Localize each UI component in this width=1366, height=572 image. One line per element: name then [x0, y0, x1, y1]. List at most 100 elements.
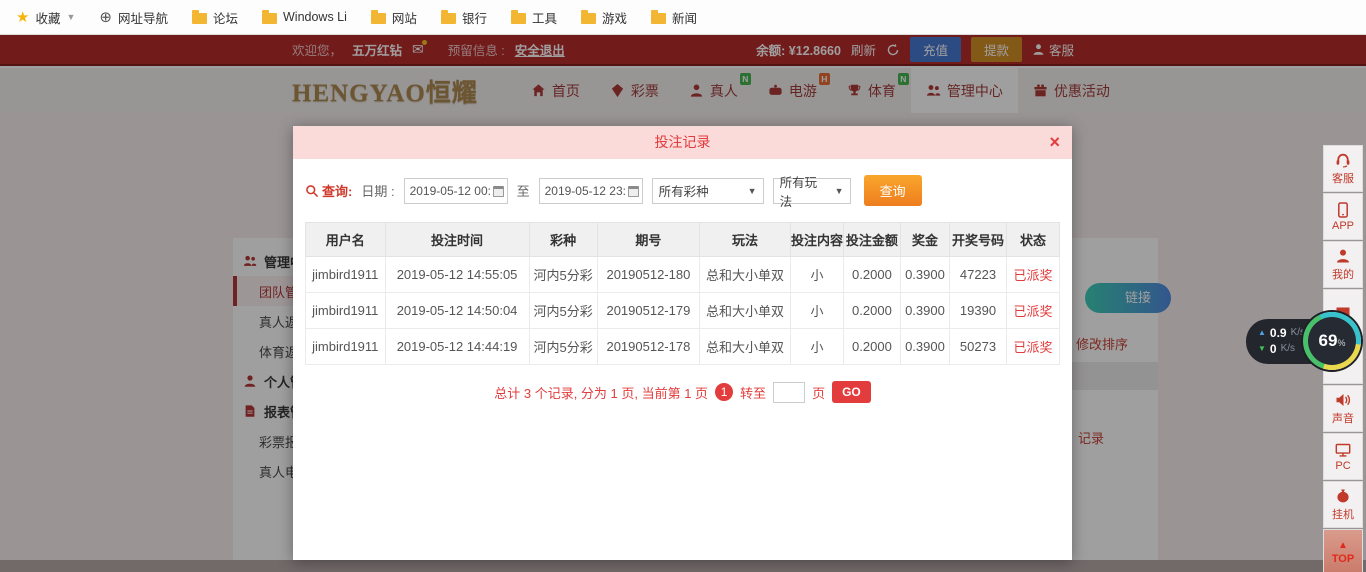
speed-percent: 69: [1318, 331, 1338, 350]
table-row: jimbird1911 2019-05-12 14:50:04 河内5分彩 20190…: [305, 292, 1061, 329]
page-1-button[interactable]: 1: [715, 383, 734, 401]
table-cell: 0.3900: [899, 328, 951, 365]
table-cell: 2019-05-12 14:44:19: [384, 328, 530, 365]
filter-row: 查询: 日期 : 至 所有彩种▼ 所有玩法▼ 查询: [305, 175, 1060, 209]
toolbar-item-PC[interactable]: PC: [1323, 433, 1363, 480]
bookmark-folder-label: 银行: [461, 11, 487, 26]
table-cell: 河内5分彩: [528, 328, 598, 365]
toolbar-label: 挂机: [1332, 508, 1354, 521]
date-to-input[interactable]: [539, 178, 642, 203]
download-speed: 0: [1269, 342, 1277, 356]
table-cell: 总和大小单双: [699, 328, 791, 365]
favorites-label: 收藏: [35, 11, 61, 26]
bookmark-folder[interactable]: Windows Li: [262, 8, 347, 27]
phone-icon: [1335, 201, 1351, 218]
toolbar-item-挂机[interactable]: 挂机: [1323, 481, 1363, 528]
globe-icon: ⊕: [99, 8, 112, 26]
bookmark-folder[interactable]: 论坛: [191, 8, 238, 27]
table-row: jimbird1911 2019-05-12 14:44:19 河内5分彩 20190…: [305, 328, 1061, 365]
bookmark-folder[interactable]: 银行: [440, 8, 487, 27]
query-button[interactable]: 查询: [863, 175, 922, 206]
table-cell: 0.2000: [843, 328, 901, 365]
bookmark-folder-label: 新闻: [671, 11, 697, 26]
table-cell: jimbird1911: [305, 292, 386, 329]
table-header-cell: 开奖号码: [949, 222, 1007, 257]
service-icon: [1335, 152, 1351, 168]
bookmark-folder[interactable]: 游戏: [580, 8, 627, 27]
bookmark-folder[interactable]: 新闻: [650, 8, 697, 27]
toolbar-item-客服[interactable]: 客服: [1323, 145, 1363, 192]
bookmark-folder-label: 游戏: [601, 11, 627, 26]
sound-icon: [1335, 392, 1351, 408]
query-label: 查询:: [305, 181, 352, 200]
date-from-input[interactable]: [404, 178, 507, 203]
go-button[interactable]: GO: [832, 381, 871, 403]
back-to-top-button[interactable]: ▲ TOP: [1323, 529, 1363, 572]
screen: ★ 收藏 ▼ ⊕ 网址导航 论坛 Windows Li 网站 银行 工具 游戏 新闻 欢迎您…: [0, 0, 1366, 572]
table-cell: 已派奖: [1005, 328, 1061, 365]
star-icon: ★: [16, 9, 30, 26]
speed-ring[interactable]: 69 %: [1303, 312, 1361, 370]
table-cell: jimbird1911: [305, 328, 386, 365]
lottery-type-select[interactable]: 所有彩种 ▼: [651, 177, 764, 204]
bookmark-folder-label: 网站: [391, 11, 417, 26]
table-header-cell: 玩法: [699, 222, 791, 257]
table-cell: 47223: [949, 256, 1007, 293]
toolbar-label: 我的: [1332, 268, 1354, 281]
table-cell: 2019-05-12 14:55:05: [384, 256, 530, 293]
table-cell: 小: [789, 328, 845, 365]
table-cell: 20190512-178: [596, 328, 701, 365]
close-icon[interactable]: ×: [1049, 126, 1060, 159]
toolbar-item-APP[interactable]: APP: [1323, 193, 1363, 240]
bet-records-table: 用户名 投注时间 彩种 期号 玩法 投注内容 投注金额 奖金 开奖号码 状态 jimbird191…: [305, 222, 1061, 365]
bookmark-folder-label: 工具: [531, 11, 557, 26]
table-header-cell: 彩种: [528, 222, 598, 257]
folder-icon: [262, 9, 277, 24]
favorites-menu[interactable]: ★ 收藏 ▼: [16, 8, 75, 27]
toolbar-label: 声音: [1332, 412, 1354, 425]
toolbar-label: APP: [1331, 219, 1354, 232]
folder-icon: [191, 9, 207, 24]
moneybag-icon: [1335, 488, 1351, 504]
table-cell: 小: [789, 256, 845, 293]
table-cell: 20190512-179: [596, 292, 701, 329]
bookmark-nav-site[interactable]: ⊕ 网址导航: [99, 8, 168, 27]
modal-header: 投注记录 ×: [293, 126, 1072, 159]
calendar-icon[interactable]: [627, 185, 639, 197]
bookmark-folder-label: Windows Li: [283, 10, 347, 24]
pagination-summary: 总计 3 个记录, 分为 1 页, 当前第 1 页: [494, 385, 709, 401]
chevron-down-icon: ▼: [66, 12, 76, 22]
chevron-down-icon: ▼: [747, 185, 757, 196]
table-cell: 0.2000: [843, 292, 901, 329]
table-cell: jimbird1911: [305, 256, 386, 293]
table-header-cell: 投注金额: [843, 222, 901, 257]
modal-title: 投注记录: [654, 134, 711, 150]
toolbar-item-声音[interactable]: 声音: [1323, 385, 1363, 432]
upload-speed: 0.9: [1269, 326, 1287, 340]
table-cell: 20190512-180: [596, 256, 701, 293]
upload-arrow-icon: ▲: [1258, 328, 1266, 337]
person-icon: [1335, 248, 1351, 264]
toolbar-label: 客服: [1332, 172, 1354, 185]
calendar-icon[interactable]: [492, 185, 504, 197]
bet-records-modal: 投注记录 × 查询: 日期 : 至 所有彩种▼: [293, 126, 1072, 560]
table-cell: 0.2000: [843, 256, 901, 293]
table-header-cell: 奖金: [899, 222, 951, 257]
date-from-field[interactable]: [403, 177, 508, 204]
table-cell: 总和大小单双: [699, 256, 791, 293]
date-to-field[interactable]: [538, 177, 643, 204]
bookmark-folder[interactable]: 工具: [510, 8, 557, 27]
table-header-cell: 状态: [1005, 222, 1061, 257]
toolbar-item-我的[interactable]: 我的: [1323, 241, 1363, 288]
table-row: jimbird1911 2019-05-12 14:55:05 河内5分彩 20190…: [305, 256, 1061, 293]
bookmark-label: 网址导航: [117, 11, 168, 26]
play-type-select[interactable]: 所有玩法 ▼: [772, 176, 851, 209]
download-arrow-icon: ▼: [1258, 344, 1266, 353]
table-header-row: 用户名 投注时间 彩种 期号 玩法 投注内容 投注金额 奖金 开奖号码 状态: [305, 222, 1061, 257]
table-header-cell: 投注内容: [789, 222, 845, 257]
pagination: 总计 3 个记录, 分为 1 页, 当前第 1 页 1 转至 页 GO: [293, 381, 1072, 403]
bookmark-folder[interactable]: 网站: [370, 8, 417, 27]
table-header-cell: 投注时间: [384, 222, 530, 257]
goto-label: 转至: [740, 385, 767, 401]
goto-page-input[interactable]: [773, 381, 806, 403]
